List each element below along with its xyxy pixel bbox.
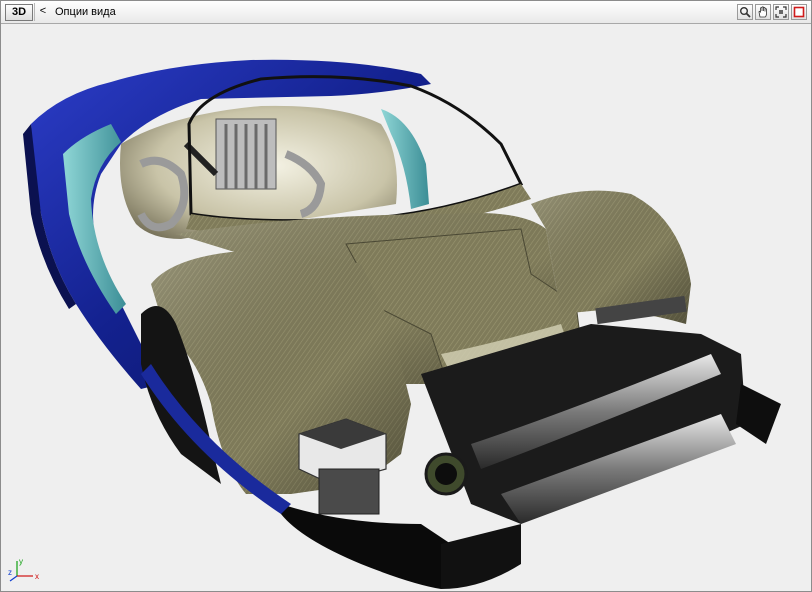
close-view-button[interactable] [791, 4, 807, 20]
view-tools [737, 4, 807, 20]
axis-gizmo: y z x [8, 557, 39, 582]
3d-mode-button[interactable]: 3D [5, 4, 33, 21]
back-button[interactable]: < [37, 4, 49, 19]
3d-viewport[interactable]: y z x [1, 24, 811, 591]
toolbar: 3D < Опции вида [1, 1, 811, 24]
fit-view-button[interactable] [773, 4, 789, 20]
view-options-window: 3D < Опции вида y z x [0, 0, 812, 592]
y-axis-label: y [19, 557, 23, 566]
toolbar-separator [34, 3, 35, 21]
zoom-icon [740, 7, 751, 18]
panel-title: Опции вида [55, 6, 116, 18]
zoom-button[interactable] [737, 4, 753, 20]
z-axis-label: z [8, 568, 12, 577]
battery-box [298, 418, 387, 515]
x-axis-label: x [35, 572, 39, 581]
pan-hand-icon [758, 6, 767, 18]
car-3d-model [23, 59, 781, 589]
close-view-icon [793, 6, 805, 18]
pan-button[interactable] [755, 4, 771, 20]
fit-view-icon [775, 6, 787, 18]
